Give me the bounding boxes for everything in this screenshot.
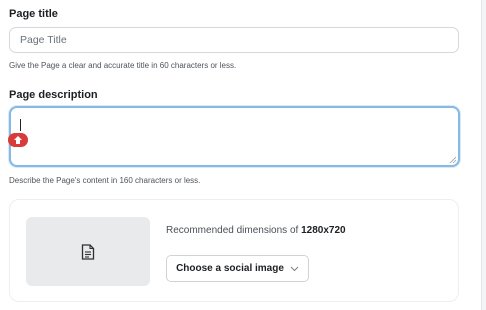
document-icon [81,243,95,260]
scrollbar[interactable] [481,0,486,310]
page-description-label: Page description [9,89,98,101]
choose-social-image-label: Choose a social image [176,263,284,274]
text-caret [20,119,21,131]
resize-grip-icon[interactable] [449,156,456,163]
page-title-label: Page title [9,8,58,20]
chevron-down-icon [290,266,299,271]
page-title-input[interactable]: Page Title [9,27,459,53]
page-title-helper: Give the Page a clear and accurate title… [9,61,237,70]
social-image-placeholder [26,217,150,286]
dimensions-prefix: Recommended dimensions of [166,225,302,236]
page-description-helper: Describe the Page's content in 160 chara… [9,176,201,185]
dimensions-value: 1280x720 [301,225,346,236]
recommended-dimensions: Recommended dimensions of 1280x720 [166,225,346,236]
extension-badge-icon[interactable] [8,133,28,147]
social-image-card: Recommended dimensions of 1280x720 Choos… [9,199,459,302]
choose-social-image-button[interactable]: Choose a social image [166,255,309,282]
page-description-textarea[interactable] [9,106,460,167]
